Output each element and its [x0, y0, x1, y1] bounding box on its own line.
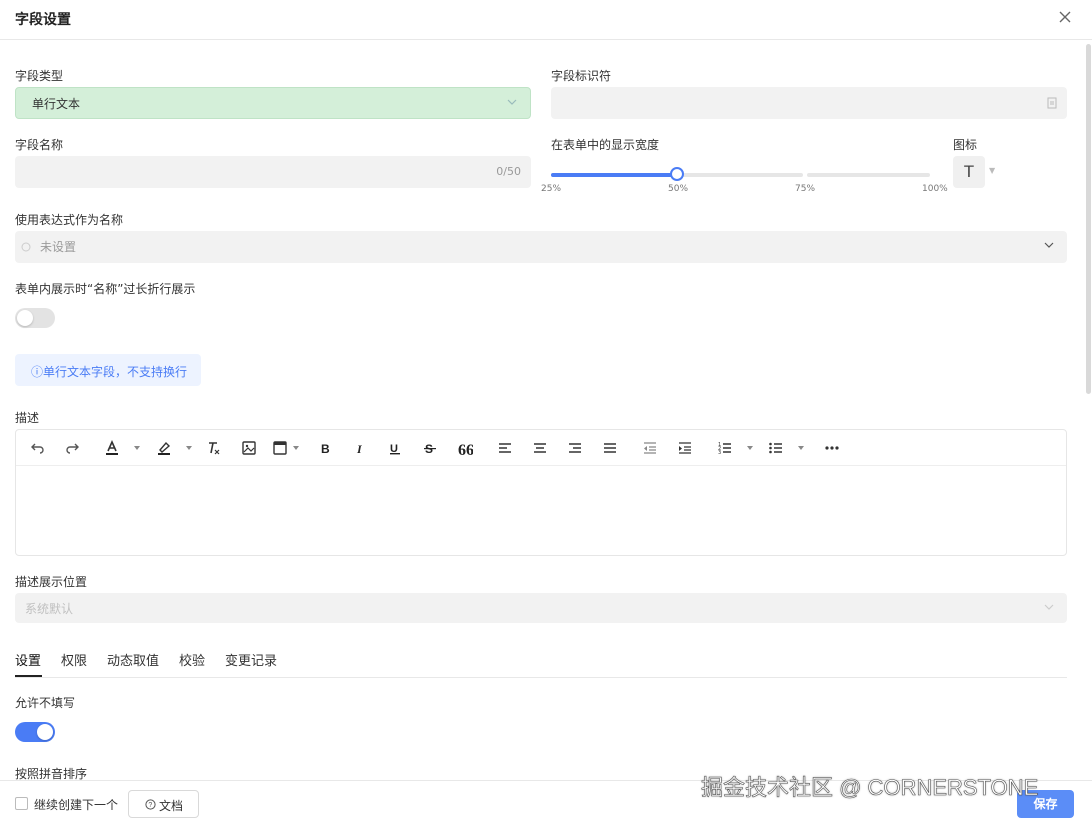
- quote-icon[interactable]: 66: [457, 440, 473, 456]
- caret-down-icon[interactable]: [293, 446, 299, 450]
- clear-format-icon[interactable]: [206, 440, 222, 456]
- undo-icon[interactable]: [30, 440, 46, 456]
- highlight-icon[interactable]: [156, 440, 172, 456]
- align-right-icon[interactable]: [567, 440, 583, 456]
- wrap-label: 表单内展示时“名称”过长折行展示: [15, 282, 196, 296]
- align-center-icon[interactable]: [532, 440, 548, 456]
- editor-content[interactable]: [16, 467, 1066, 555]
- scrollbar-thumb[interactable]: [1086, 44, 1091, 394]
- identifier-input[interactable]: [551, 87, 1067, 119]
- underline-icon[interactable]: U: [387, 440, 403, 456]
- field-type-select[interactable]: 单行文本: [15, 87, 531, 119]
- caret-down-icon[interactable]: [798, 446, 804, 450]
- align-left-icon[interactable]: [497, 440, 513, 456]
- expression-select[interactable]: 未设置: [15, 231, 1067, 263]
- info-icon: ⓘ: [31, 365, 44, 379]
- char-counter: 0/50: [496, 165, 521, 178]
- identifier-label: 字段标识符: [551, 69, 612, 83]
- tab-change-log[interactable]: 变更记录: [225, 650, 277, 669]
- close-icon[interactable]: [1056, 8, 1074, 26]
- field-name-input[interactable]: 0/50: [15, 156, 531, 188]
- embed-icon[interactable]: [272, 440, 288, 456]
- allow-empty-toggle[interactable]: [15, 722, 55, 742]
- field-type-value: 单行文本: [32, 97, 81, 111]
- font-color-icon[interactable]: [104, 440, 120, 456]
- continue-label: 继续创建下一个: [34, 798, 119, 812]
- indent-icon[interactable]: [677, 440, 693, 456]
- tick-label: 100%: [922, 184, 948, 194]
- continue-checkbox[interactable]: [15, 797, 28, 810]
- tick-label: 50%: [668, 184, 689, 194]
- tab-dynamic-value[interactable]: 动态取值: [107, 650, 159, 669]
- outdent-icon[interactable]: [642, 440, 658, 456]
- caret-down-icon[interactable]: [134, 446, 140, 450]
- desc-position-label: 描述展示位置: [15, 575, 88, 589]
- ordered-list-icon[interactable]: 123: [717, 440, 733, 456]
- rich-text-editor[interactable]: B I U S 66 123: [15, 429, 1067, 556]
- description-label: 描述: [15, 411, 40, 425]
- field-name-label: 字段名称: [15, 138, 64, 152]
- dialog-header: 字段设置: [0, 0, 1092, 40]
- expression-label: 使用表达式作为名称: [15, 213, 124, 227]
- caret-down-icon[interactable]: [186, 446, 192, 450]
- expression-placeholder: 未设置: [40, 240, 77, 254]
- svg-text:?: ?: [148, 802, 152, 809]
- caret-down-icon[interactable]: [747, 446, 753, 450]
- tick-label: 25%: [541, 184, 562, 194]
- dialog-title: 字段设置: [15, 12, 71, 28]
- svg-text:3: 3: [718, 450, 721, 456]
- function-icon: [21, 242, 31, 252]
- active-tab-indicator: [15, 675, 42, 677]
- copy-icon[interactable]: [1047, 97, 1057, 109]
- chevron-down-icon: [507, 99, 517, 105]
- italic-icon[interactable]: I: [352, 440, 368, 456]
- tab-settings[interactable]: 设置: [15, 650, 41, 669]
- field-type-label: 字段类型: [15, 69, 64, 83]
- watermark: 掘金技术社区 @ CORNERSTONE: [701, 775, 1039, 801]
- slider-thumb[interactable]: [670, 167, 684, 181]
- doc-button[interactable]: ? 文档: [128, 790, 199, 818]
- desc-position-placeholder: 系统默认: [25, 602, 74, 616]
- svg-text:I: I: [356, 442, 363, 456]
- bold-icon[interactable]: B: [317, 440, 333, 456]
- wrap-toggle[interactable]: [15, 308, 55, 328]
- text-icon-picker[interactable]: T: [953, 156, 985, 188]
- allow-empty-label: 允许不填写: [15, 696, 76, 710]
- icon-label: 图标: [953, 138, 978, 152]
- width-label: 在表单中的显示宽度: [551, 138, 660, 152]
- doc-label: 文档: [159, 799, 184, 813]
- tab-validation[interactable]: 校验: [179, 650, 205, 669]
- slider-fill: [551, 173, 678, 177]
- desc-position-select[interactable]: 系统默认: [15, 593, 1067, 623]
- image-icon[interactable]: [241, 440, 257, 456]
- info-tip: ⓘ单行文本字段，不支持换行: [15, 354, 201, 386]
- editor-toolbar: B I U S 66 123: [16, 430, 1066, 466]
- align-justify-icon[interactable]: [602, 440, 618, 456]
- bullet-list-icon[interactable]: [768, 440, 784, 456]
- svg-text:66: 66: [458, 442, 473, 456]
- tick-label: 75%: [795, 184, 816, 194]
- settings-tabs: 设置 权限 动态取值 校验 变更记录: [15, 646, 1067, 678]
- caret-down-icon[interactable]: ▼: [989, 166, 995, 175]
- tab-permissions[interactable]: 权限: [61, 650, 87, 669]
- chevron-down-icon: [1044, 242, 1054, 248]
- help-icon: ?: [145, 799, 156, 810]
- redo-icon[interactable]: [64, 440, 80, 456]
- strikethrough-icon[interactable]: S: [422, 440, 438, 456]
- chevron-down-icon: [1044, 604, 1054, 610]
- more-icon[interactable]: [824, 440, 840, 456]
- svg-text:B: B: [321, 442, 330, 456]
- tip-text: 单行文本字段，不支持换行: [43, 365, 188, 379]
